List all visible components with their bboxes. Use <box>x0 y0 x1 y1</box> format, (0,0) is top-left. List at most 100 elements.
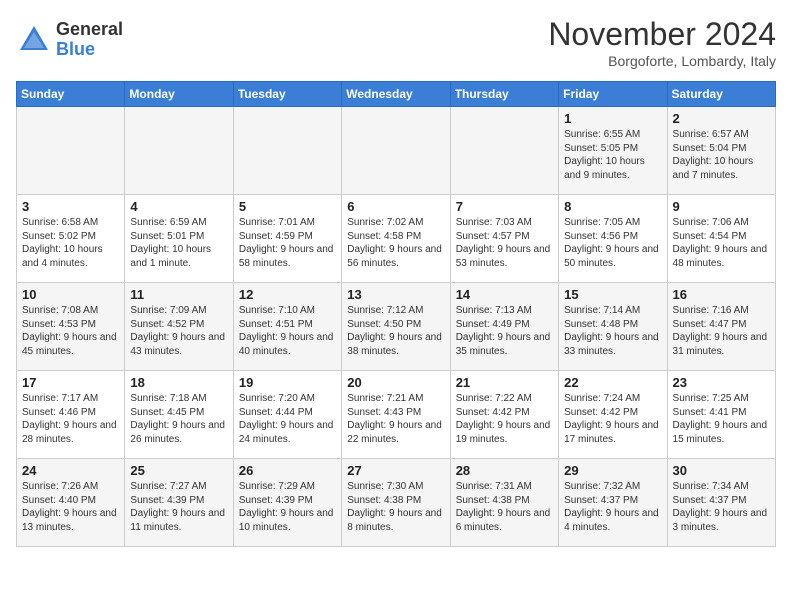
calendar-cell <box>125 107 233 195</box>
day-number: 9 <box>673 199 770 214</box>
calendar-table: SundayMondayTuesdayWednesdayThursdayFrid… <box>16 81 776 547</box>
day-number: 17 <box>22 375 119 390</box>
calendar-week: 17 Sunrise: 7:17 AM Sunset: 4:46 PM Dayli… <box>17 371 776 459</box>
calendar-week: 24 Sunrise: 7:26 AM Sunset: 4:40 PM Dayli… <box>17 459 776 547</box>
calendar-cell: 2 Sunrise: 6:57 AM Sunset: 5:04 PM Daylig… <box>667 107 775 195</box>
day-number: 29 <box>564 463 661 478</box>
calendar-cell: 25Sunrise: 7:27 AM Sunset: 4:39 PM Dayli… <box>125 459 233 547</box>
day-info: Sunrise: 7:22 AM Sunset: 4:42 PM Dayligh… <box>456 392 553 446</box>
day-info: Sunrise: 7:34 AM Sunset: 4:37 PM Dayligh… <box>673 480 770 534</box>
logo-general: General <box>56 20 123 40</box>
day-info: Sunrise: 7:29 AM Sunset: 4:39 PM Dayligh… <box>239 480 336 534</box>
calendar-cell: 12Sunrise: 7:10 AM Sunset: 4:51 PM Dayli… <box>233 283 341 371</box>
calendar-cell <box>450 107 558 195</box>
day-number: 30 <box>673 463 770 478</box>
calendar-cell: 3Sunrise: 6:58 AM Sunset: 5:02 PM Daylig… <box>17 195 125 283</box>
day-info: Sunrise: 7:24 AM Sunset: 4:42 PM Dayligh… <box>564 392 661 446</box>
day-number: 2 <box>673 111 770 126</box>
calendar-cell: 14Sunrise: 7:13 AM Sunset: 4:49 PM Dayli… <box>450 283 558 371</box>
calendar-cell: 1 Sunrise: 6:55 AM Sunset: 5:05 PM Daylig… <box>559 107 667 195</box>
day-info: Sunrise: 7:17 AM Sunset: 4:46 PM Dayligh… <box>22 392 119 446</box>
month-title: November 2024 <box>548 16 776 53</box>
logo-icon <box>16 22 52 58</box>
day-number: 5 <box>239 199 336 214</box>
day-info: Sunrise: 7:09 AM Sunset: 4:52 PM Dayligh… <box>130 304 227 358</box>
day-info: Sunrise: 7:32 AM Sunset: 4:37 PM Dayligh… <box>564 480 661 534</box>
day-number: 10 <box>22 287 119 302</box>
day-info: Sunrise: 7:01 AM Sunset: 4:59 PM Dayligh… <box>239 216 336 270</box>
header-day: Wednesday <box>342 82 450 107</box>
day-number: 7 <box>456 199 553 214</box>
day-info: Sunrise: 7:16 AM Sunset: 4:47 PM Dayligh… <box>673 304 770 358</box>
title-section: November 2024 Borgoforte, Lombardy, Ital… <box>548 16 776 69</box>
day-info: Sunrise: 6:59 AM Sunset: 5:01 PM Dayligh… <box>130 216 227 270</box>
calendar-cell: 23 Sunrise: 7:25 AM Sunset: 4:41 PM Dayli… <box>667 371 775 459</box>
day-info: Sunrise: 7:30 AM Sunset: 4:38 PM Dayligh… <box>347 480 444 534</box>
day-number: 23 <box>673 375 770 390</box>
header-day: Saturday <box>667 82 775 107</box>
calendar-cell: 20Sunrise: 7:21 AM Sunset: 4:43 PM Dayli… <box>342 371 450 459</box>
day-info: Sunrise: 7:08 AM Sunset: 4:53 PM Dayligh… <box>22 304 119 358</box>
day-info: Sunrise: 6:55 AM Sunset: 5:05 PM Dayligh… <box>564 128 661 182</box>
calendar-cell: 27 Sunrise: 7:30 AM Sunset: 4:38 PM Dayli… <box>342 459 450 547</box>
calendar-cell: 9 Sunrise: 7:06 AM Sunset: 4:54 PM Daylig… <box>667 195 775 283</box>
calendar-cell: 4 Sunrise: 6:59 AM Sunset: 5:01 PM Daylig… <box>125 195 233 283</box>
calendar-cell: 6Sunrise: 7:02 AM Sunset: 4:58 PM Daylig… <box>342 195 450 283</box>
day-info: Sunrise: 7:06 AM Sunset: 4:54 PM Dayligh… <box>673 216 770 270</box>
day-info: Sunrise: 6:57 AM Sunset: 5:04 PM Dayligh… <box>673 128 770 182</box>
day-info: Sunrise: 7:25 AM Sunset: 4:41 PM Dayligh… <box>673 392 770 446</box>
day-number: 3 <box>22 199 119 214</box>
calendar-cell: 30 Sunrise: 7:34 AM Sunset: 4:37 PM Dayli… <box>667 459 775 547</box>
header-day: Thursday <box>450 82 558 107</box>
logo-text: General Blue <box>56 20 123 60</box>
header-day: Sunday <box>17 82 125 107</box>
logo: General Blue <box>16 20 123 60</box>
day-number: 16 <box>673 287 770 302</box>
header-day: Tuesday <box>233 82 341 107</box>
day-info: Sunrise: 7:20 AM Sunset: 4:44 PM Dayligh… <box>239 392 336 446</box>
calendar-cell: 5 Sunrise: 7:01 AM Sunset: 4:59 PM Daylig… <box>233 195 341 283</box>
location: Borgoforte, Lombardy, Italy <box>548 53 776 69</box>
day-number: 24 <box>22 463 119 478</box>
calendar-cell: 7Sunrise: 7:03 AM Sunset: 4:57 PM Daylig… <box>450 195 558 283</box>
calendar-cell: 28Sunrise: 7:31 AM Sunset: 4:38 PM Dayli… <box>450 459 558 547</box>
calendar-body: 1 Sunrise: 6:55 AM Sunset: 5:05 PM Daylig… <box>17 107 776 547</box>
calendar-cell: 26 Sunrise: 7:29 AM Sunset: 4:39 PM Dayli… <box>233 459 341 547</box>
calendar-cell: 19 Sunrise: 7:20 AM Sunset: 4:44 PM Dayli… <box>233 371 341 459</box>
day-number: 21 <box>456 375 553 390</box>
day-number: 13 <box>347 287 444 302</box>
calendar-cell: 17 Sunrise: 7:17 AM Sunset: 4:46 PM Dayli… <box>17 371 125 459</box>
day-info: Sunrise: 7:05 AM Sunset: 4:56 PM Dayligh… <box>564 216 661 270</box>
day-info: Sunrise: 7:18 AM Sunset: 4:45 PM Dayligh… <box>130 392 227 446</box>
day-number: 22 <box>564 375 661 390</box>
day-info: Sunrise: 7:21 AM Sunset: 4:43 PM Dayligh… <box>347 392 444 446</box>
day-number: 4 <box>130 199 227 214</box>
calendar-cell: 22 Sunrise: 7:24 AM Sunset: 4:42 PM Dayli… <box>559 371 667 459</box>
calendar-cell: 11Sunrise: 7:09 AM Sunset: 4:52 PM Dayli… <box>125 283 233 371</box>
day-number: 25 <box>130 463 227 478</box>
day-number: 19 <box>239 375 336 390</box>
day-info: Sunrise: 7:26 AM Sunset: 4:40 PM Dayligh… <box>22 480 119 534</box>
page-header: General Blue November 2024 Borgoforte, L… <box>16 16 776 69</box>
calendar-cell: 21 Sunrise: 7:22 AM Sunset: 4:42 PM Dayli… <box>450 371 558 459</box>
calendar-week: 3Sunrise: 6:58 AM Sunset: 5:02 PM Daylig… <box>17 195 776 283</box>
day-number: 6 <box>347 199 444 214</box>
calendar-cell: 16 Sunrise: 7:16 AM Sunset: 4:47 PM Dayli… <box>667 283 775 371</box>
calendar-cell <box>17 107 125 195</box>
calendar-header: SundayMondayTuesdayWednesdayThursdayFrid… <box>17 82 776 107</box>
calendar-cell: 8 Sunrise: 7:05 AM Sunset: 4:56 PM Daylig… <box>559 195 667 283</box>
calendar-cell <box>233 107 341 195</box>
day-number: 27 <box>347 463 444 478</box>
day-number: 18 <box>130 375 227 390</box>
header-day: Friday <box>559 82 667 107</box>
day-number: 12 <box>239 287 336 302</box>
day-number: 8 <box>564 199 661 214</box>
day-number: 1 <box>564 111 661 126</box>
day-info: Sunrise: 7:31 AM Sunset: 4:38 PM Dayligh… <box>456 480 553 534</box>
logo-blue: Blue <box>56 40 123 60</box>
calendar-cell: 13Sunrise: 7:12 AM Sunset: 4:50 PM Dayli… <box>342 283 450 371</box>
day-number: 26 <box>239 463 336 478</box>
day-info: Sunrise: 7:14 AM Sunset: 4:48 PM Dayligh… <box>564 304 661 358</box>
calendar-cell: 10 Sunrise: 7:08 AM Sunset: 4:53 PM Dayli… <box>17 283 125 371</box>
calendar-cell: 24 Sunrise: 7:26 AM Sunset: 4:40 PM Dayli… <box>17 459 125 547</box>
